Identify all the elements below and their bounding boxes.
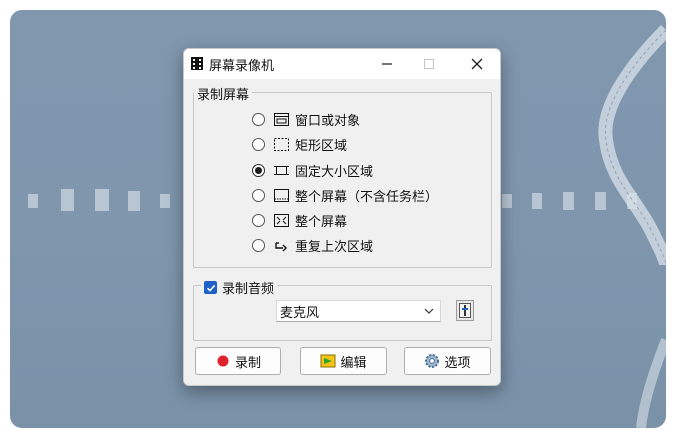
- capture-mode-group-title: 录制屏幕: [194, 84, 253, 103]
- options-button[interactable]: 选项: [404, 347, 491, 375]
- record-button-label: 录制: [234, 355, 261, 371]
- radio-window-object[interactable]: 窗口或对象: [252, 109, 360, 129]
- record-audio-checkbox[interactable]: [204, 281, 217, 294]
- record-dot-icon: [215, 353, 231, 369]
- maximize-icon: [424, 59, 434, 69]
- window-client-area: 录制屏幕 窗口或对象 矩形区域 固定大小区域 整个屏幕（不含任务栏） 整个屏幕 …: [184, 79, 500, 385]
- edit-film-icon: [320, 353, 336, 369]
- radio-button[interactable]: [252, 137, 265, 151]
- decorative-dash: [563, 192, 574, 210]
- minimize-button[interactable]: [364, 49, 410, 79]
- radio-fixed-size-region[interactable]: 固定大小区域: [252, 160, 373, 180]
- radio-label: 整个屏幕: [295, 214, 348, 230]
- radio-repeat-last-region[interactable]: 重复上次区域: [252, 235, 373, 255]
- radio-button[interactable]: [252, 238, 265, 252]
- record-audio-label: 录制音频: [222, 282, 275, 297]
- decorative-dash: [502, 194, 512, 208]
- chevron-down-icon: [424, 308, 434, 314]
- gear-icon: [424, 353, 440, 369]
- record-button[interactable]: 录制: [195, 347, 281, 375]
- decorative-dash: [95, 189, 109, 211]
- radio-button[interactable]: [252, 112, 265, 126]
- edit-button[interactable]: 编辑: [300, 347, 387, 375]
- radio-dot: [255, 166, 262, 174]
- decorative-dash: [28, 194, 38, 208]
- audio-device-value: 麦克风: [280, 305, 320, 321]
- minimize-icon: [382, 63, 392, 65]
- decorative-ribbon: [598, 25, 666, 428]
- fullscreen-icon: [273, 213, 289, 227]
- radio-button-selected[interactable]: [252, 163, 265, 177]
- decorative-dash: [128, 191, 140, 211]
- radio-label: 窗口或对象: [295, 113, 361, 129]
- radio-button[interactable]: [252, 188, 265, 202]
- decorative-dash: [160, 194, 170, 208]
- maximize-button: [406, 49, 452, 79]
- options-button-label: 选项: [444, 355, 471, 371]
- screen-recorder-window: 屏幕录像机 录制屏幕 窗口或对象 矩形区域 固定大小区域 整个屏幕（不含任务栏）…: [183, 48, 501, 386]
- record-audio-checkbox-row[interactable]: 录制音频: [201, 278, 278, 297]
- decorative-dash: [61, 189, 74, 211]
- close-button[interactable]: [454, 49, 500, 79]
- radio-label: 重复上次区域: [295, 239, 374, 255]
- title-bar[interactable]: 屏幕录像机: [184, 49, 500, 79]
- radio-button[interactable]: [252, 213, 265, 227]
- radio-fullscreen-no-taskbar[interactable]: 整个屏幕（不含任务栏）: [252, 185, 438, 205]
- window-title: 屏幕录像机: [209, 59, 275, 74]
- fullscreen-no-taskbar-icon: [273, 188, 289, 202]
- radio-label: 矩形区域: [295, 138, 348, 154]
- fixed-size-region-icon: [273, 163, 289, 177]
- radio-label: 整个屏幕（不含任务栏）: [295, 189, 439, 205]
- decorative-dash: [532, 193, 542, 209]
- audio-settings-icon: [459, 303, 471, 318]
- radio-fullscreen[interactable]: 整个屏幕: [252, 210, 347, 230]
- rectangle-region-icon: [273, 137, 289, 151]
- film-app-icon: [191, 57, 203, 70]
- window-object-icon: [273, 112, 289, 126]
- audio-settings-button[interactable]: [456, 300, 474, 321]
- edit-button-label: 编辑: [340, 355, 367, 371]
- close-icon: [471, 58, 483, 70]
- radio-rectangle-region[interactable]: 矩形区域: [252, 134, 347, 154]
- audio-device-select[interactable]: 麦克风: [276, 300, 441, 322]
- radio-label: 固定大小区域: [295, 164, 374, 180]
- repeat-last-region-icon: [273, 238, 289, 252]
- checkmark-icon: [206, 284, 215, 292]
